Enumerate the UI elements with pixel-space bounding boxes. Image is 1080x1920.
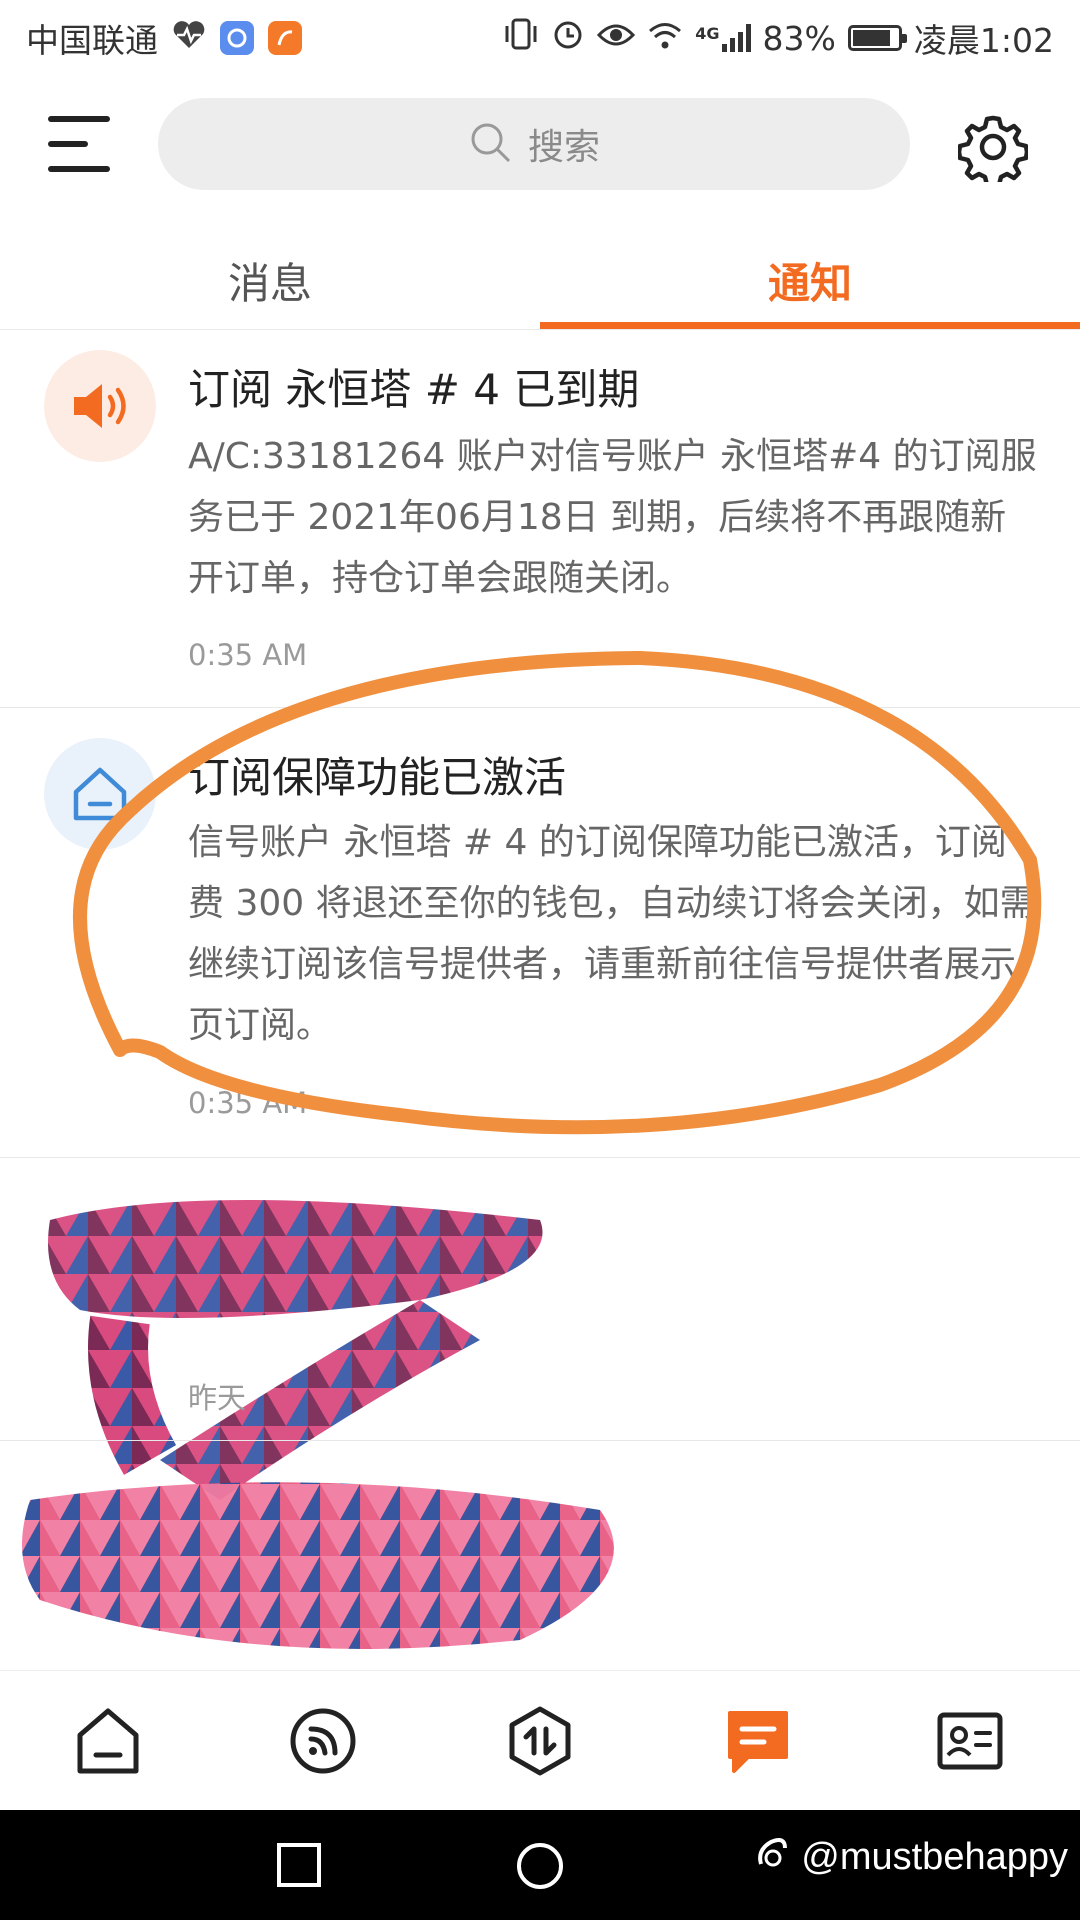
top-bar: 搜索 <box>0 90 1080 200</box>
vibrate-icon <box>503 17 539 59</box>
battery-fill <box>852 30 890 46</box>
notification-time: 昨天 <box>188 1381 247 1415</box>
alarm-icon <box>551 17 585 59</box>
trade-icon[interactable] <box>504 1705 576 1777</box>
obscured-notifications: 昨天 <box>0 1160 1080 1670</box>
app-notification-icon <box>268 21 302 55</box>
clock-label: 凌晨1:02 <box>913 21 1054 60</box>
notification-title: 订阅保障功能已激活 <box>188 753 567 802</box>
eye-icon <box>597 19 636 58</box>
recent-apps-button[interactable] <box>276 1842 322 1888</box>
settings-gear-icon[interactable] <box>956 112 1030 189</box>
search-icon <box>468 120 512 168</box>
profile-card-icon[interactable] <box>934 1705 1006 1777</box>
status-bar: 中国联通 4G 83% 凌晨1:02 <box>0 0 1080 76</box>
system-navigation-bar: @mustbehappy <box>0 1810 1080 1920</box>
notification-item[interactable]: 订阅 永恒塔 # 4 已到期 A/C:33181264 账户对信号账户 永恒塔#… <box>0 332 1080 708</box>
network-type-label: 4G <box>695 24 720 43</box>
messages-icon[interactable] <box>722 1705 794 1777</box>
notification-time: 0:35 AM <box>188 1086 308 1120</box>
notification-title: 订阅 永恒塔 # 4 已到期 <box>188 365 640 414</box>
carrier-label: 中国联通 <box>26 21 158 60</box>
feed-icon[interactable] <box>287 1705 359 1777</box>
heart-rate-icon <box>172 19 206 58</box>
battery-percent: 83% <box>762 18 836 58</box>
tab-label: 通知 <box>767 258 852 308</box>
notification-body: A/C:33181264 账户对信号账户 永恒塔#4 的订阅服务已于 2021年… <box>188 436 1037 599</box>
tab-notifications[interactable]: 通知 <box>540 230 1080 330</box>
notification-time: 0:35 AM <box>188 638 308 672</box>
menu-icon[interactable] <box>48 116 110 172</box>
home-button[interactable] <box>516 1842 563 1889</box>
tab-label: 消息 <box>227 258 312 308</box>
search-input[interactable]: 搜索 <box>158 98 910 190</box>
battery-icon <box>847 25 907 51</box>
scribble-redaction <box>22 1200 614 1649</box>
home-icon[interactable] <box>72 1705 144 1777</box>
weibo-logo-icon <box>755 1834 795 1880</box>
shield-home-icon <box>44 738 156 850</box>
wifi-icon <box>647 19 683 58</box>
active-tab-indicator <box>540 322 1080 329</box>
search-placeholder: 搜索 <box>527 127 600 168</box>
notification-body: 信号账户 永恒塔 # 4 的订阅保障功能已激活，订阅费 300 将退还至你的钱包… <box>188 822 1036 1046</box>
speaker-icon <box>44 350 156 462</box>
notification-item[interactable]: 订阅保障功能已激活 信号账户 永恒塔 # 4 的订阅保障功能已激活，订阅费 30… <box>0 708 1080 1158</box>
watermark-text: @mustbehappy <box>801 1835 1068 1878</box>
app-notification-icon <box>220 21 254 55</box>
watermark: @mustbehappy <box>755 1834 1068 1880</box>
tab-messages[interactable]: 消息 <box>0 230 540 330</box>
tab-bar: 消息 通知 <box>0 230 1080 330</box>
bottom-navigation <box>0 1670 1080 1810</box>
signal-icon: 4G <box>695 24 751 52</box>
